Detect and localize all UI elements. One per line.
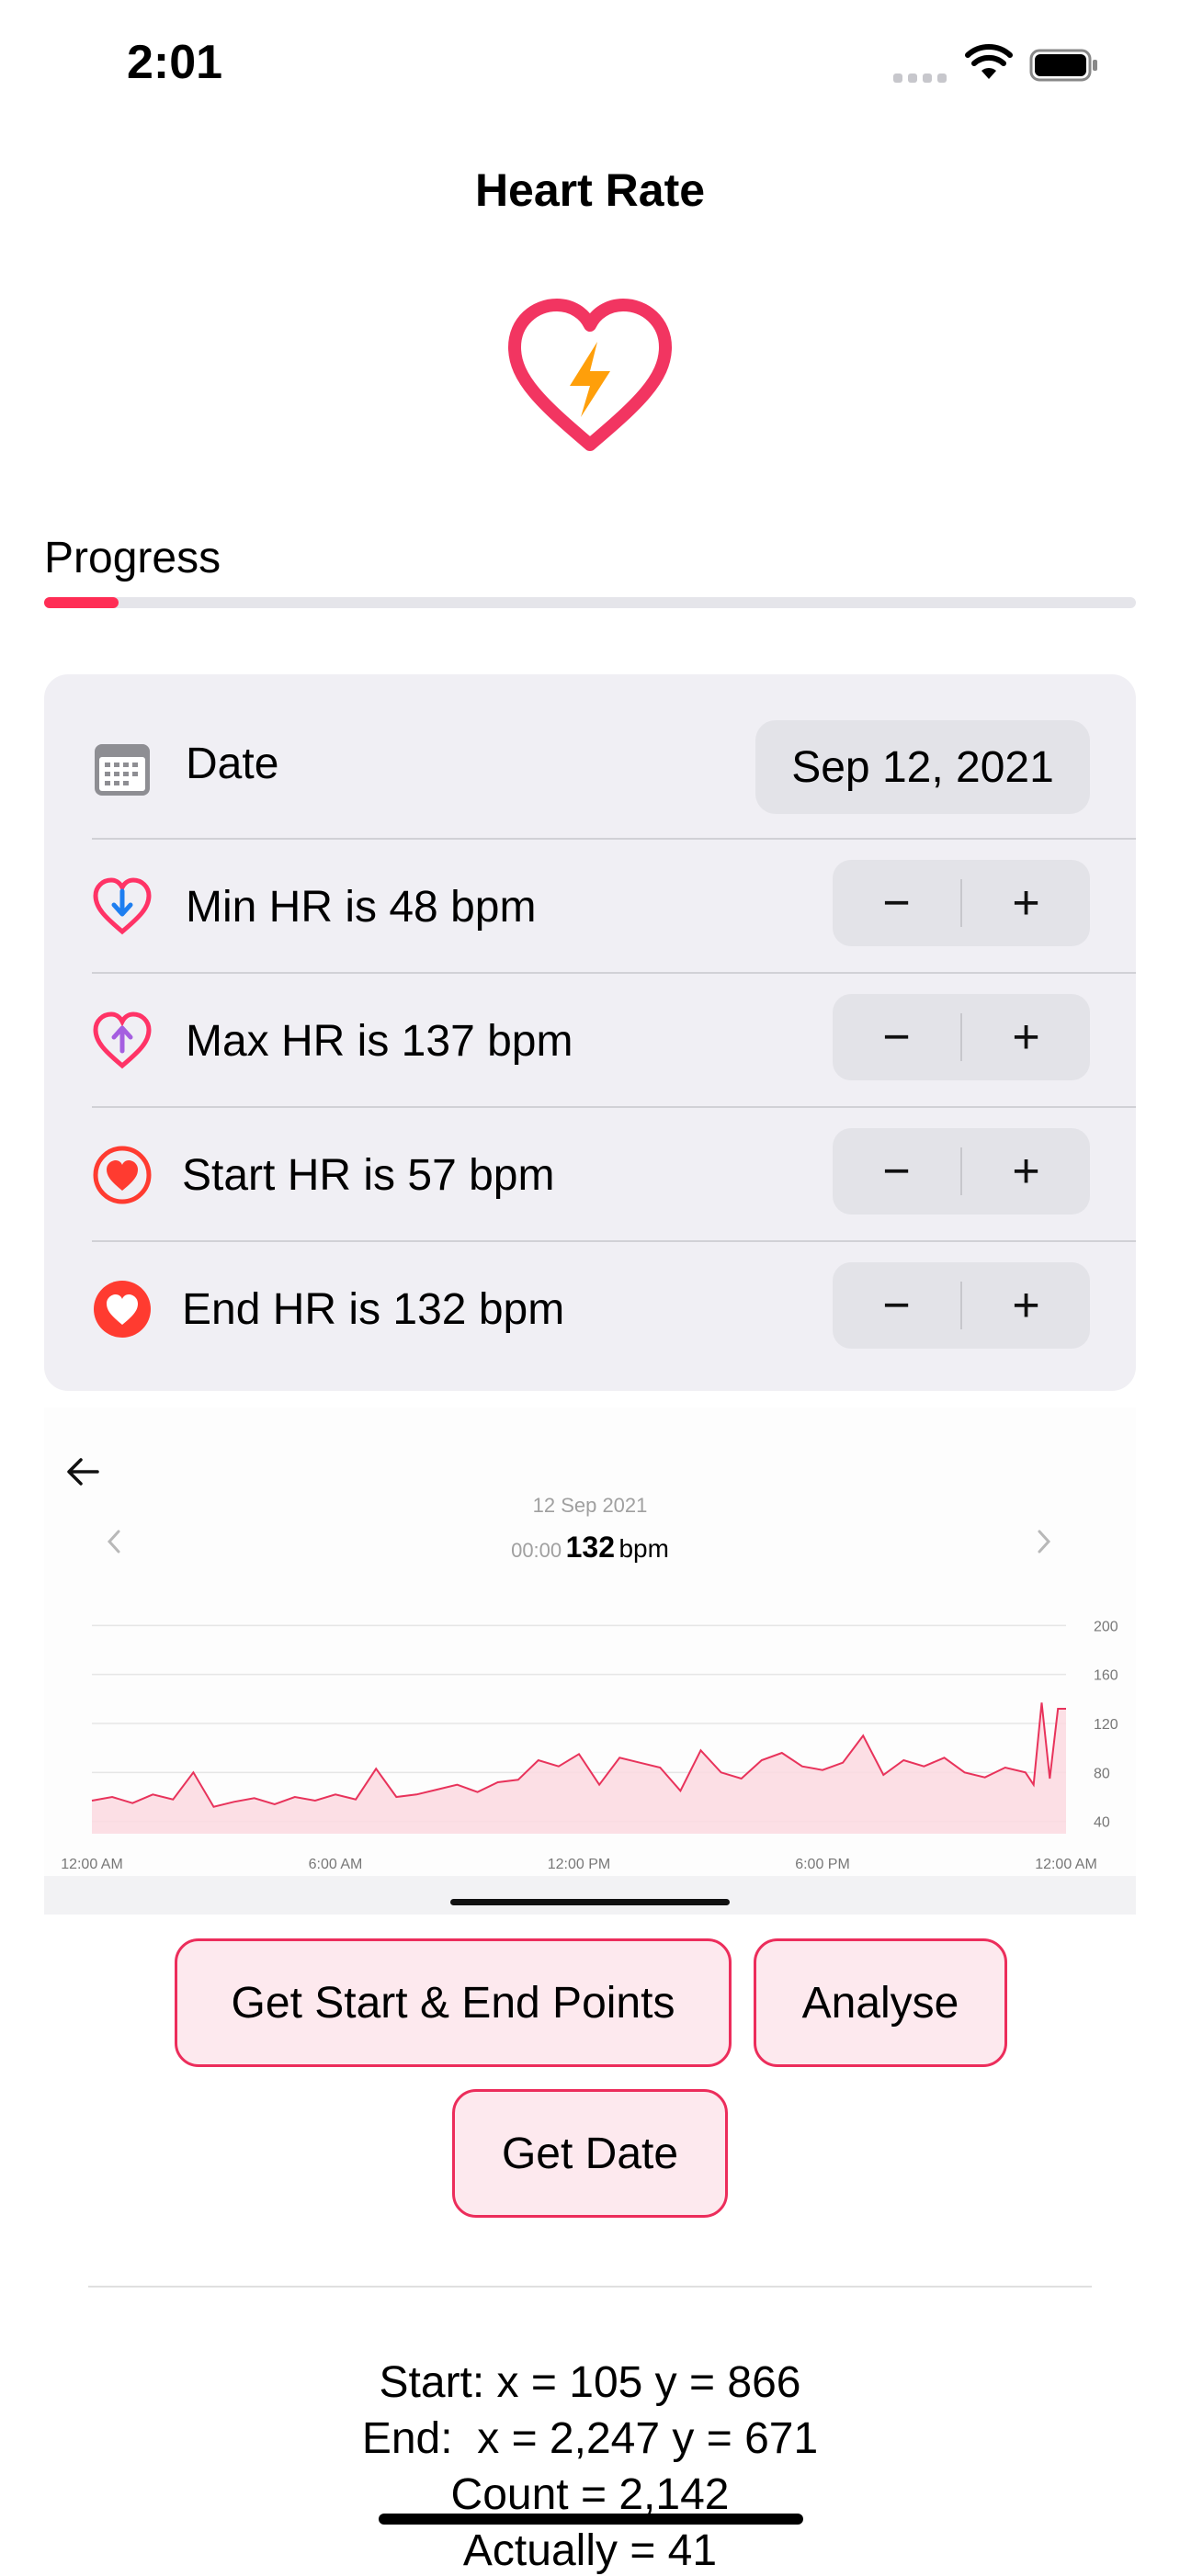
min-hr-decrement-button[interactable]: − (833, 860, 960, 946)
chart-readout-time: 00:00 (511, 1539, 562, 1562)
x-tick-label: 12:00 AM (61, 1857, 123, 1872)
y-tick-label: 120 (1094, 1717, 1118, 1733)
end-hr-label: End HR is 132 bpm (182, 1285, 565, 1334)
result-count: Count = 2,142 (450, 2470, 730, 2519)
date-label: Date (186, 740, 279, 788)
home-indicator (379, 2514, 803, 2525)
chart-readout: 00:00 132 bpm (0, 1531, 1180, 1565)
max-hr-row: Max HR is 137 bpm − + (44, 974, 1136, 1107)
start-hr-increment-button[interactable]: + (962, 1128, 1090, 1215)
date-picker-button[interactable]: Sep 12, 2021 (755, 720, 1090, 814)
heart-rate-area (92, 1702, 1066, 1834)
min-hr-label: Min HR is 48 bpm (186, 883, 537, 932)
end-hr-decrement-button[interactable]: − (833, 1262, 960, 1349)
max-hr-decrement-button[interactable]: − (833, 994, 960, 1080)
end-hr-stepper: − + (833, 1262, 1090, 1349)
heart-arrow-up-icon (93, 1011, 152, 1069)
heart-arrow-down-icon (93, 877, 152, 935)
start-hr-stepper: − + (833, 1128, 1090, 1215)
chart-readout-value: 132 (565, 1531, 615, 1564)
end-hr-increment-button[interactable]: + (962, 1262, 1090, 1349)
heart-circle-outline-icon (93, 1146, 152, 1204)
progress-track (44, 597, 1136, 608)
results-divider (88, 2286, 1092, 2288)
chart-readout-unit: bpm (618, 1534, 669, 1563)
chart-date: 12 Sep 2021 (532, 1494, 648, 1517)
analyse-button[interactable]: Analyse (754, 1938, 1007, 2067)
x-tick-label: 12:00 PM (548, 1857, 610, 1872)
chevron-left-icon[interactable] (105, 1529, 123, 1554)
get-start-end-points-button[interactable]: Get Start & End Points (175, 1938, 732, 2067)
heart-bolt-icon (508, 299, 672, 451)
result-start: Start: x = 105 y = 866 (379, 2358, 801, 2407)
max-hr-stepper: − + (833, 994, 1090, 1080)
end-hr-row: End HR is 132 bpm − + (44, 1242, 1136, 1375)
y-tick-label: 160 (1094, 1668, 1118, 1684)
max-hr-increment-button[interactable]: + (962, 994, 1090, 1080)
battery-icon (1029, 49, 1097, 82)
start-hr-label: Start HR is 57 bpm (182, 1151, 555, 1200)
heart-circle-filled-icon (94, 1281, 151, 1338)
sheet-grabber[interactable] (450, 1899, 730, 1905)
settings-card: Date Sep 12, 2021 Min HR is 48 bpm − + M… (44, 674, 1136, 1391)
heart-rate-chart[interactable]: 200 160 120 80 40 12:00 AM 6:00 AM 12:00 PM 6:00… (44, 1599, 1136, 1883)
start-hr-row: Start HR is 57 bpm − + (44, 1108, 1136, 1241)
result-end: End: x = 2,247 y = 671 (361, 2414, 819, 2463)
page-title: Heart Rate (474, 164, 706, 216)
get-date-button[interactable]: Get Date (452, 2089, 728, 2218)
start-hr-decrement-button[interactable]: − (833, 1128, 960, 1215)
chevron-right-icon[interactable] (1035, 1529, 1053, 1554)
min-hr-stepper: − + (833, 860, 1090, 946)
wifi-icon (965, 44, 1013, 79)
y-tick-label: 40 (1094, 1815, 1110, 1831)
y-tick-label: 80 (1094, 1766, 1110, 1781)
back-arrow-icon[interactable] (64, 1455, 101, 1488)
calendar-icon (95, 744, 150, 796)
status-time: 2:01 (127, 36, 223, 89)
result-actually: Actually = 41 (462, 2526, 718, 2575)
progress-fill (44, 597, 119, 608)
progress-label: Progress (44, 534, 221, 582)
x-tick-label: 6:00 AM (309, 1857, 363, 1872)
min-hr-increment-button[interactable]: + (962, 860, 1090, 946)
x-tick-label: 6:00 PM (795, 1857, 850, 1872)
cellular-signal-icon (893, 73, 948, 85)
y-tick-label: 200 (1094, 1619, 1118, 1634)
max-hr-label: Max HR is 137 bpm (186, 1017, 573, 1066)
min-hr-row: Min HR is 48 bpm − + (44, 840, 1136, 973)
date-row: Date Sep 12, 2021 (44, 674, 1136, 838)
chart-footer (44, 1876, 1136, 1915)
x-tick-label: 12:00 AM (1035, 1857, 1097, 1872)
